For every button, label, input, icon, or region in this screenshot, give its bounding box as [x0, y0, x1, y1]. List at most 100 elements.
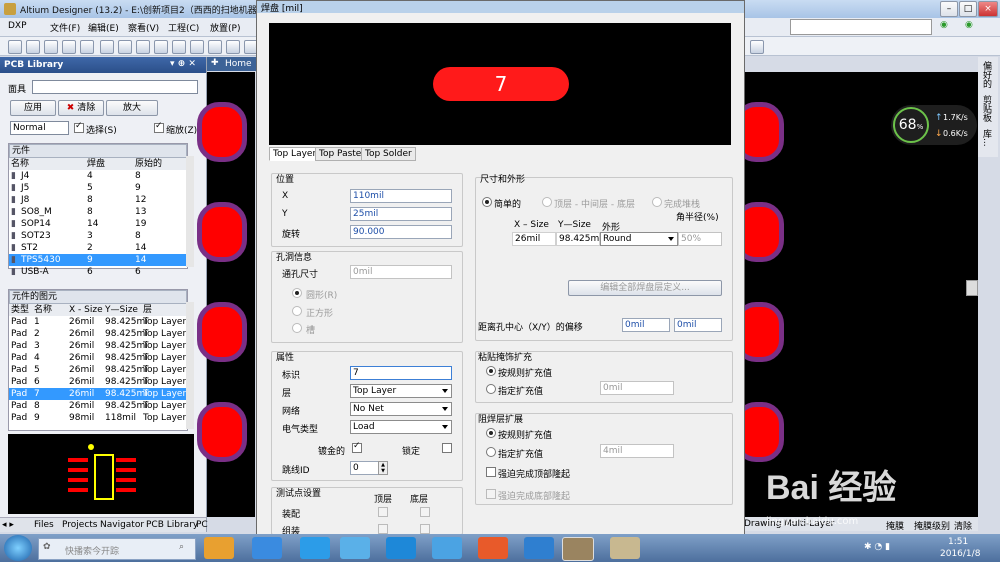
top-mid-bottom-radio[interactable] — [542, 197, 552, 207]
side-tab-library[interactable]: 库... — [981, 129, 993, 147]
primitive-row[interactable]: Pad 2 26mil 98.425mi Top Layer — [9, 328, 187, 340]
assembly-bottom-checkbox[interactable] — [420, 507, 430, 517]
tab-files[interactable]: Files — [34, 520, 54, 530]
baidu-app-icon[interactable] — [524, 537, 554, 559]
print-icon[interactable] — [62, 40, 76, 54]
group-bottom-checkbox[interactable] — [420, 524, 430, 534]
corner-radius-input[interactable]: 50% — [678, 232, 722, 246]
apply-button[interactable]: 应用 — [10, 100, 56, 116]
electrical-type-select[interactable]: Load — [350, 420, 452, 434]
menu-view[interactable]: 察看(V) — [128, 21, 159, 34]
normal-select[interactable]: Normal — [10, 121, 69, 135]
qq-browser-icon[interactable] — [432, 537, 462, 559]
paint-icon[interactable] — [610, 537, 640, 559]
y-input[interactable]: 25mil — [350, 207, 452, 221]
pcb-canvas-left[interactable] — [197, 72, 255, 517]
component-row[interactable]: USB-A 6 6 ▮ — [9, 266, 187, 278]
network-app-icon[interactable] — [252, 537, 282, 559]
force-bottom-tent-checkbox[interactable] — [486, 489, 496, 499]
new-icon[interactable] — [8, 40, 22, 54]
designator-input[interactable]: 7 — [350, 366, 452, 380]
x-input[interactable]: 110mil — [350, 189, 452, 203]
component-row[interactable]: J4 4 8 ▮ — [9, 170, 187, 182]
components-scrollbar[interactable] — [186, 156, 194, 267]
paste-value-input[interactable]: 0mil — [600, 381, 674, 395]
tab-navigator[interactable]: Navigator — [100, 520, 144, 530]
media-player-icon[interactable] — [204, 537, 234, 559]
cut-icon[interactable] — [226, 40, 240, 54]
zoom-button[interactable]: 放大 — [106, 100, 158, 116]
3d-icon[interactable] — [100, 40, 114, 54]
ysize-input[interactable]: 98.425mil — [556, 232, 604, 246]
paste-rule-radio[interactable] — [486, 366, 496, 376]
primitive-row[interactable]: Pad 4 26mil 98.425mi Top Layer — [9, 352, 187, 364]
edit-all-layers-button[interactable]: 编辑全部焊盘层定义... — [568, 280, 722, 296]
mask-input[interactable] — [32, 80, 198, 94]
offset-x-input[interactable]: 0mil — [622, 318, 670, 332]
nav-back-icon[interactable]: ◉ — [965, 20, 973, 30]
ie-browser-icon[interactable] — [300, 537, 330, 559]
component-row[interactable]: J5 5 9 ▮ — [9, 182, 187, 194]
component-row[interactable]: SOT23 3 8 ▮ — [9, 230, 187, 242]
address-input[interactable] — [790, 19, 932, 35]
zoom-out-icon[interactable] — [172, 40, 186, 54]
minimize-button[interactable]: – — [940, 1, 958, 17]
canvas-vscroll[interactable] — [966, 280, 978, 296]
solder-value-input[interactable]: 4mil — [600, 444, 674, 458]
menu-project[interactable]: 工程(C) — [168, 21, 199, 34]
component-row[interactable]: SO8_M 8 13 ▮ — [9, 206, 187, 218]
primitive-row[interactable]: Pad 9 98mil 118mil Top Layer — [9, 412, 187, 424]
component-row[interactable]: SOP14 14 19 ▮ — [9, 218, 187, 230]
layer-icon[interactable] — [136, 40, 150, 54]
select-checkbox[interactable] — [74, 121, 84, 133]
primitive-row[interactable]: Pad 8 26mil 98.425mi Top Layer — [9, 400, 187, 412]
save-icon[interactable] — [44, 40, 58, 54]
footprint-preview[interactable] — [8, 434, 194, 514]
menu-place[interactable]: 放置(P) — [210, 21, 240, 34]
zoom-in-icon[interactable] — [154, 40, 168, 54]
clear-button[interactable]: ✖ 清除 — [58, 100, 104, 116]
rotation-input[interactable]: 90.000 — [350, 225, 452, 239]
solder-specify-radio[interactable] — [486, 447, 496, 457]
primitive-row[interactable]: Pad 3 26mil 98.425mi Top Layer — [9, 340, 187, 352]
square-radio[interactable] — [292, 306, 302, 316]
plated-checkbox[interactable] — [352, 441, 362, 453]
pdf-icon[interactable] — [478, 537, 508, 559]
xsize-input[interactable]: 26mil — [512, 232, 556, 246]
primitive-row[interactable]: Pad 7 26mil 98.425mi Top Layer — [9, 388, 187, 400]
close-button[interactable]: × — [978, 1, 998, 17]
panel-menu-icon[interactable]: ▾ ⊕ ✕ — [170, 59, 196, 69]
side-tab-clipboard[interactable]: 剪贴板 — [981, 95, 993, 122]
locked-checkbox[interactable] — [442, 443, 452, 453]
tool-icon[interactable] — [750, 40, 764, 54]
tab-top-solder[interactable]: Top Solder — [361, 147, 416, 161]
sogou-icon[interactable] — [386, 537, 416, 559]
net-select[interactable]: No Net — [350, 402, 452, 416]
layer-select[interactable]: Top Layer — [350, 384, 452, 398]
taskbar-search[interactable]: ✿ 快播索今开踪 ⌕ — [38, 538, 196, 560]
side-tab-favorites[interactable]: 偏好的 — [981, 61, 993, 88]
open-icon[interactable] — [26, 40, 40, 54]
altium-icon[interactable] — [562, 537, 594, 561]
hole-size-input[interactable]: 0mil — [350, 265, 452, 279]
force-top-tent-checkbox[interactable] — [486, 467, 496, 477]
zoom-checkbox[interactable] — [154, 121, 164, 133]
component-row[interactable]: J8 8 12 ▮ — [9, 194, 187, 206]
component-row[interactable]: ST2 2 14 ▮ — [9, 242, 187, 254]
menu-edit[interactable]: 编辑(E) — [88, 21, 119, 34]
assembly-top-checkbox[interactable] — [378, 507, 388, 517]
tray-icons[interactable]: ✱ ◔ ▮ — [864, 542, 890, 552]
tab-pcb-library[interactable]: PCB Library — [146, 520, 198, 530]
jumper-input[interactable]: 0 — [350, 461, 380, 475]
board-icon[interactable] — [118, 40, 132, 54]
paste-specify-radio[interactable] — [486, 384, 496, 394]
menu-dxp[interactable]: DXP — [8, 21, 27, 31]
simple-radio[interactable] — [482, 197, 492, 207]
tabs-scroll-icon[interactable]: ◂ ▸ — [2, 520, 14, 530]
round-radio[interactable] — [292, 288, 302, 298]
solder-rule-radio[interactable] — [486, 428, 496, 438]
primitives-scrollbar[interactable] — [186, 302, 194, 429]
start-button[interactable] — [4, 535, 32, 561]
full-stack-radio[interactable] — [652, 197, 662, 207]
slot-radio[interactable] — [292, 323, 302, 333]
